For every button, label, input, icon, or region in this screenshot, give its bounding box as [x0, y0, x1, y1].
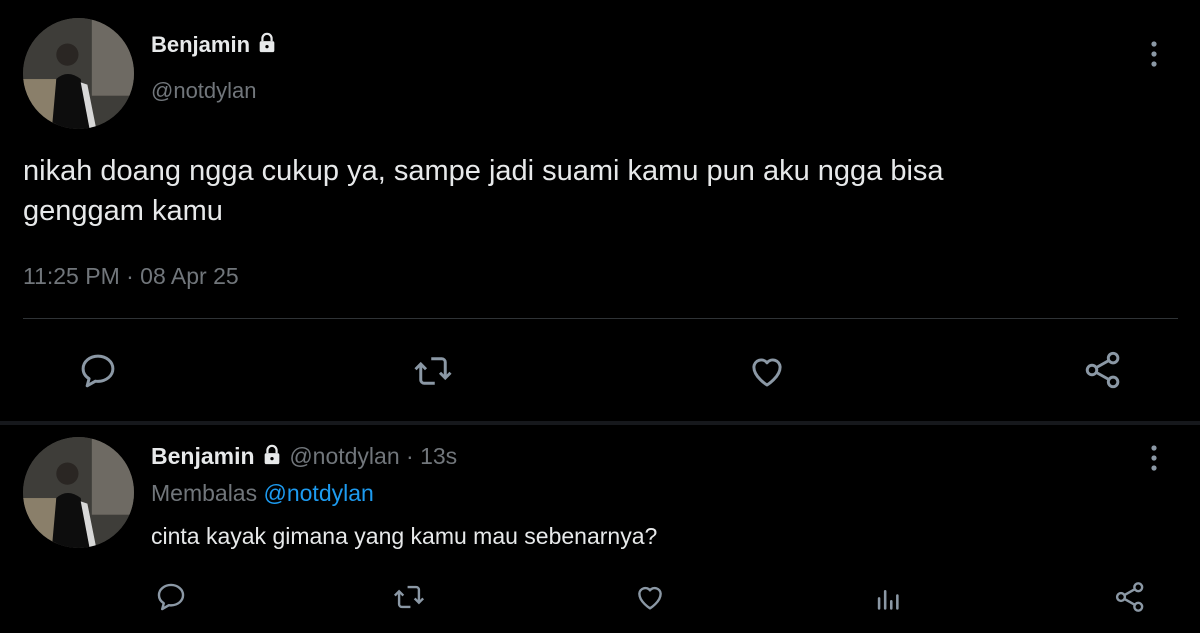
reply-more-options-icon[interactable] [1144, 442, 1164, 476]
replying-to: Membalas @notdylan [151, 480, 374, 507]
reply-text: cinta kayak gimana yang kamu mau sebenar… [151, 523, 658, 549]
tweet-text: nikah doang ngga cukup ya, sampe jadi su… [23, 151, 1173, 231]
tweet-text-line-2: genggam kamu [23, 195, 223, 227]
lock-icon [256, 32, 278, 60]
like-icon[interactable] [745, 350, 789, 392]
reply-header: Benjamin @notdylan · 13s [151, 443, 457, 472]
lock-icon [261, 444, 283, 472]
retweet-icon[interactable] [411, 350, 455, 392]
reply-avatar[interactable] [23, 437, 134, 548]
display-name-text[interactable]: Benjamin [151, 32, 250, 57]
replying-prefix: Membalas [151, 480, 258, 506]
reply-time[interactable]: 13s [420, 443, 457, 469]
reply-handle[interactable]: @notdylan [289, 443, 399, 469]
reply-retweet-icon[interactable] [391, 580, 427, 614]
handle[interactable]: @notdylan [151, 78, 257, 104]
analytics-icon[interactable] [872, 580, 906, 614]
reply-reply-icon[interactable] [154, 580, 188, 614]
display-name[interactable]: Benjamin [151, 32, 278, 60]
divider [23, 318, 1178, 319]
reply-icon[interactable] [77, 350, 119, 392]
replying-to-link[interactable]: @notdylan [264, 480, 374, 506]
timestamp[interactable]: 11:25 PM · 08 Apr 25 [23, 263, 239, 290]
section-divider [0, 421, 1200, 425]
reply-like-icon[interactable] [632, 580, 668, 614]
avatar[interactable] [23, 18, 134, 129]
reply-share-icon[interactable] [1112, 579, 1148, 615]
more-options-icon[interactable] [1144, 38, 1164, 72]
tweet-text-line-1: nikah doang ngga cukup ya, sampe jadi su… [23, 155, 944, 187]
share-icon[interactable] [1081, 348, 1125, 392]
separator-dot: · [406, 443, 414, 469]
reply-display-name[interactable]: Benjamin [151, 443, 255, 469]
